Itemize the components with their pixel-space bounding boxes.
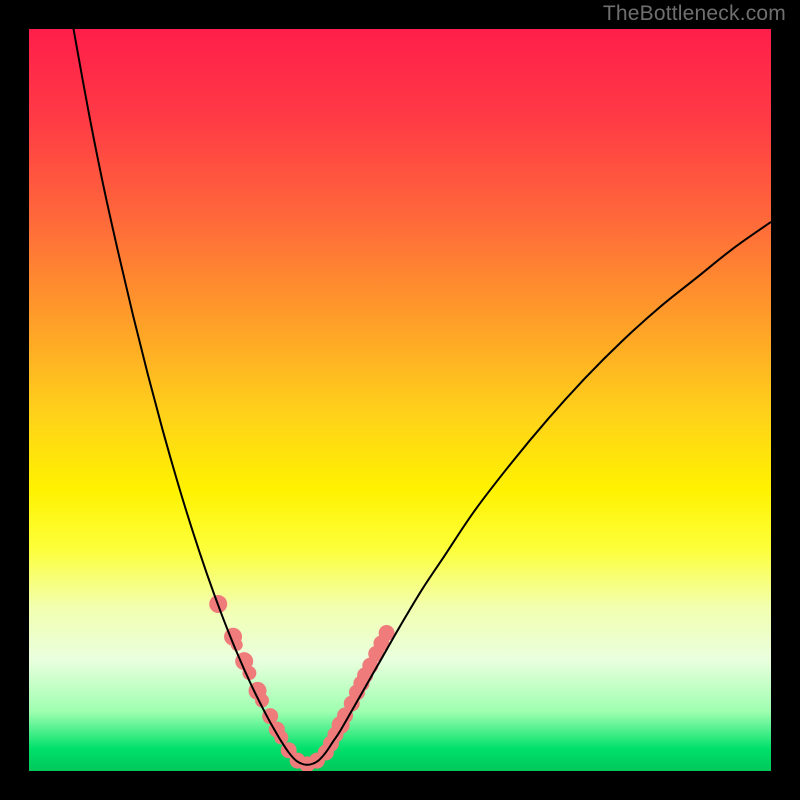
chart-frame [29, 29, 771, 771]
bottleneck-curve [74, 29, 771, 765]
curves-layer [74, 29, 771, 765]
watermark-text: TheBottleneck.com [603, 2, 786, 26]
chart-svg [29, 29, 771, 771]
